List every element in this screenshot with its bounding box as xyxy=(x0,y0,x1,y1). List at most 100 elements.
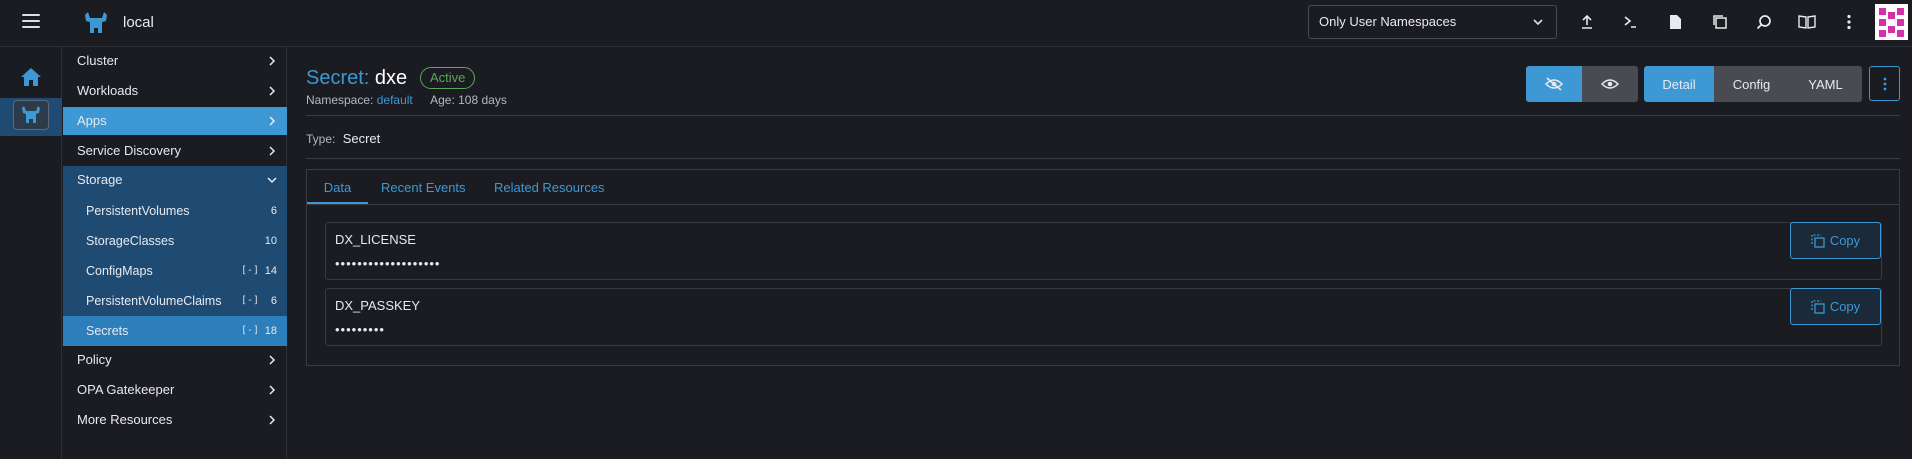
nav-item-storage[interactable]: Storage xyxy=(63,166,287,196)
namespaced-icon: [-] xyxy=(240,295,259,306)
tab-data[interactable]: Data xyxy=(307,170,368,204)
local-cluster-icon[interactable] xyxy=(13,100,49,130)
nav-count: 18 xyxy=(264,325,277,337)
docs-icon[interactable] xyxy=(1796,11,1818,33)
chevron-right-icon xyxy=(269,146,276,156)
nav-sub-label: Secrets xyxy=(86,324,129,338)
nav-sub-persistentvolumes[interactable]: PersistentVolumes 6 xyxy=(63,196,287,226)
nav-count: 10 xyxy=(264,235,277,247)
chevron-down-icon xyxy=(267,177,277,184)
resource-tabs: Data Recent Events Related Resources DX_… xyxy=(306,169,1900,366)
tab-related-resources[interactable]: Related Resources xyxy=(494,170,605,204)
search-icon[interactable] xyxy=(1753,11,1775,33)
chevron-right-icon xyxy=(269,415,276,425)
nav-sub-secrets[interactable]: Secrets [-] 18 xyxy=(63,316,287,346)
namespace-label: Namespace: xyxy=(306,93,374,107)
type-value: Secret xyxy=(342,131,381,146)
secret-value-masked: ••••••••••••••••••• xyxy=(335,256,441,271)
copy-kubeconfig-icon[interactable] xyxy=(1709,11,1731,33)
page-title: Secret: dxe xyxy=(306,67,407,90)
resource-meta: Namespace: default Age: 108 days xyxy=(306,93,507,107)
copy-icon xyxy=(1811,233,1825,248)
tabs-underline xyxy=(307,204,1899,205)
nav-sub-storageclasses[interactable]: StorageClasses 10 xyxy=(63,226,287,256)
tab-recent-events[interactable]: Recent Events xyxy=(381,170,466,204)
nav-item-apps[interactable]: Apps xyxy=(63,107,287,135)
home-icon[interactable] xyxy=(20,67,42,87)
chevron-right-icon xyxy=(269,385,276,395)
divider xyxy=(306,115,1900,116)
secret-key: DX_PASSKEY xyxy=(335,298,421,313)
nav-item-cluster[interactable]: Cluster xyxy=(63,47,287,75)
resource-name: dxe xyxy=(374,67,408,89)
actions-menu-button[interactable] xyxy=(1869,66,1900,101)
yaml-view-button[interactable]: YAML xyxy=(1789,66,1862,102)
nav-label: Storage xyxy=(77,172,123,187)
copy-label: Copy xyxy=(1829,233,1861,248)
namespaced-icon: [-] xyxy=(240,325,259,336)
nav-count: 14 xyxy=(264,265,277,277)
nav-sub-configmaps[interactable]: ConfigMaps [-] 14 xyxy=(63,256,287,286)
type-label: Type: xyxy=(306,132,336,146)
nav-sub-label: ConfigMaps xyxy=(86,264,153,278)
cluster-name: local xyxy=(123,14,154,31)
chevron-right-icon xyxy=(269,355,276,365)
divider xyxy=(306,158,1900,159)
more-vertical-icon xyxy=(1883,77,1886,90)
nav-item-service-discovery[interactable]: Service Discovery xyxy=(63,137,287,165)
nav-sub-label: PersistentVolumes xyxy=(86,204,190,218)
namespace-filter-select[interactable]: Only User Namespaces xyxy=(1308,5,1557,39)
nav-label: Policy xyxy=(77,352,112,367)
nav-label: OPA Gatekeeper xyxy=(77,382,175,397)
chevron-right-icon xyxy=(269,116,276,126)
copy-label: Copy xyxy=(1829,299,1861,314)
nav-item-more-resources[interactable]: More Resources xyxy=(63,406,287,434)
nav-sub-persistentvolumeclaims[interactable]: PersistentVolumeClaims [-] 6 xyxy=(63,286,287,316)
copy-button[interactable]: Copy xyxy=(1790,222,1881,259)
user-avatar[interactable] xyxy=(1875,4,1908,40)
age-text: Age: 108 days xyxy=(430,93,507,107)
view-mode-toggle: Detail Config YAML xyxy=(1644,66,1862,102)
nav-count: 6 xyxy=(270,295,277,307)
main-content: Secret: dxe Active Namespace: default Ag… xyxy=(288,47,1912,459)
config-view-button[interactable]: Config xyxy=(1714,66,1789,102)
copy-button[interactable]: Copy xyxy=(1790,288,1881,325)
hamburger-menu-icon[interactable] xyxy=(22,14,40,30)
side-nav: Cluster Workloads Apps Service Discovery… xyxy=(63,47,287,459)
secret-entry: DX_LICENSE ••••••••••••••••••• Copy xyxy=(325,222,1882,280)
cluster-logo-icon[interactable] xyxy=(82,9,110,37)
secret-visibility-toggle xyxy=(1526,66,1638,102)
more-vertical-icon[interactable] xyxy=(1838,11,1860,33)
secret-value-masked: ••••••••• xyxy=(335,322,385,337)
nav-label: Apps xyxy=(77,113,107,128)
chevron-down-icon xyxy=(1533,19,1543,26)
import-yaml-icon[interactable] xyxy=(1576,11,1598,33)
chevron-right-icon xyxy=(269,86,276,96)
nav-item-policy[interactable]: Policy xyxy=(63,346,287,374)
hide-values-button[interactable] xyxy=(1526,66,1582,102)
kubeconfig-icon[interactable] xyxy=(1664,11,1686,33)
detail-view-button[interactable]: Detail xyxy=(1644,66,1714,102)
copy-icon xyxy=(1811,299,1825,314)
secret-key: DX_LICENSE xyxy=(335,232,416,247)
kubectl-shell-icon[interactable] xyxy=(1619,11,1641,33)
eye-off-icon xyxy=(1545,77,1563,91)
nav-label: Service Discovery xyxy=(77,143,182,158)
eye-icon xyxy=(1601,79,1619,89)
nav-label: More Resources xyxy=(77,412,173,427)
resource-kind: Secret: xyxy=(306,67,370,89)
nav-count: 6 xyxy=(270,205,277,217)
nav-label: Workloads xyxy=(77,83,139,98)
status-badge: Active xyxy=(420,67,476,89)
secret-entry: DX_PASSKEY ••••••••• Copy xyxy=(325,288,1882,346)
namespace-filter-label: Only User Namespaces xyxy=(1319,14,1457,29)
nav-item-workloads[interactable]: Workloads xyxy=(63,77,287,105)
nav-label: Cluster xyxy=(77,53,119,68)
nav-sub-label: PersistentVolumeClaims xyxy=(86,294,222,308)
chevron-right-icon xyxy=(269,56,276,66)
cluster-rail xyxy=(0,47,62,459)
nav-item-opa-gatekeeper[interactable]: OPA Gatekeeper xyxy=(63,376,287,404)
namespace-link[interactable]: default xyxy=(377,93,413,107)
show-values-button[interactable] xyxy=(1582,66,1638,102)
top-bar: local Only User Namespaces xyxy=(0,0,1912,47)
